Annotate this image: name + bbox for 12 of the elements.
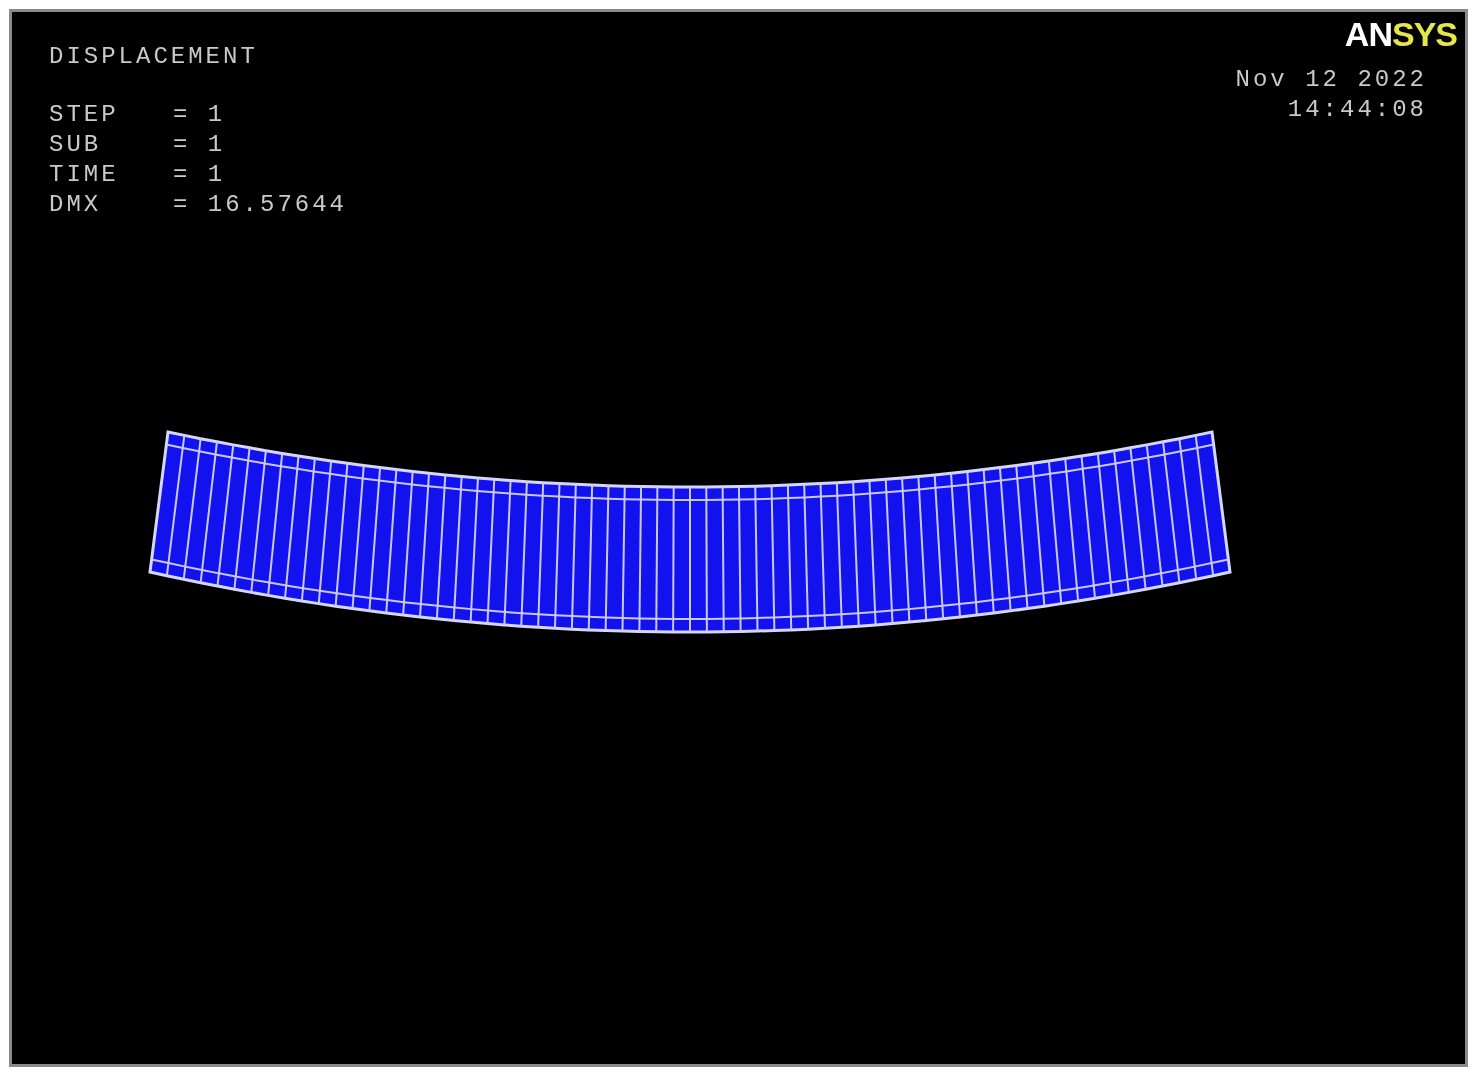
result-label: STEP [49, 100, 120, 130]
plot-date: Nov 12 2022 [1235, 65, 1427, 95]
result-label: SUB [49, 130, 103, 160]
result-value: = 1 [173, 100, 226, 130]
result-value: = 16.57644 [173, 190, 348, 220]
result-label: DMX [49, 190, 103, 220]
result-value: = 1 [173, 130, 226, 160]
result-label: TIME [49, 160, 120, 190]
logo: ANSYS [1344, 15, 1457, 53]
plot-title: DISPLACEMENT [49, 42, 258, 72]
plot-time: 14:44:08 [1286, 95, 1427, 125]
result-value: = 1 [173, 160, 226, 190]
